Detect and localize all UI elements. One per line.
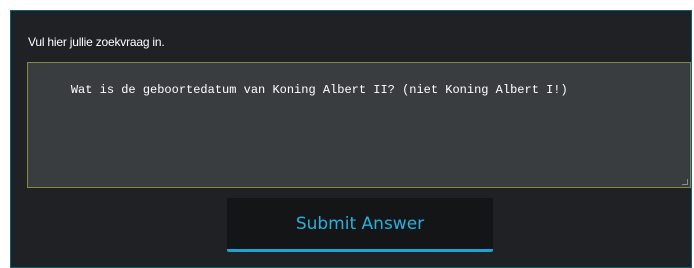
answer-panel: Vul hier jullie zoekvraag in. Wat is de … bbox=[10, 10, 692, 268]
answer-text: Wat is de geboortedatum van Koning Alber… bbox=[70, 83, 568, 97]
submit-answer-button[interactable]: Submit Answer bbox=[227, 198, 493, 252]
answer-textarea[interactable]: Wat is de geboortedatum van Koning Alber… bbox=[27, 62, 691, 188]
prompt-label: Vul hier jullie zoekvraag in. bbox=[28, 35, 165, 49]
resize-grip-icon[interactable] bbox=[682, 179, 688, 185]
